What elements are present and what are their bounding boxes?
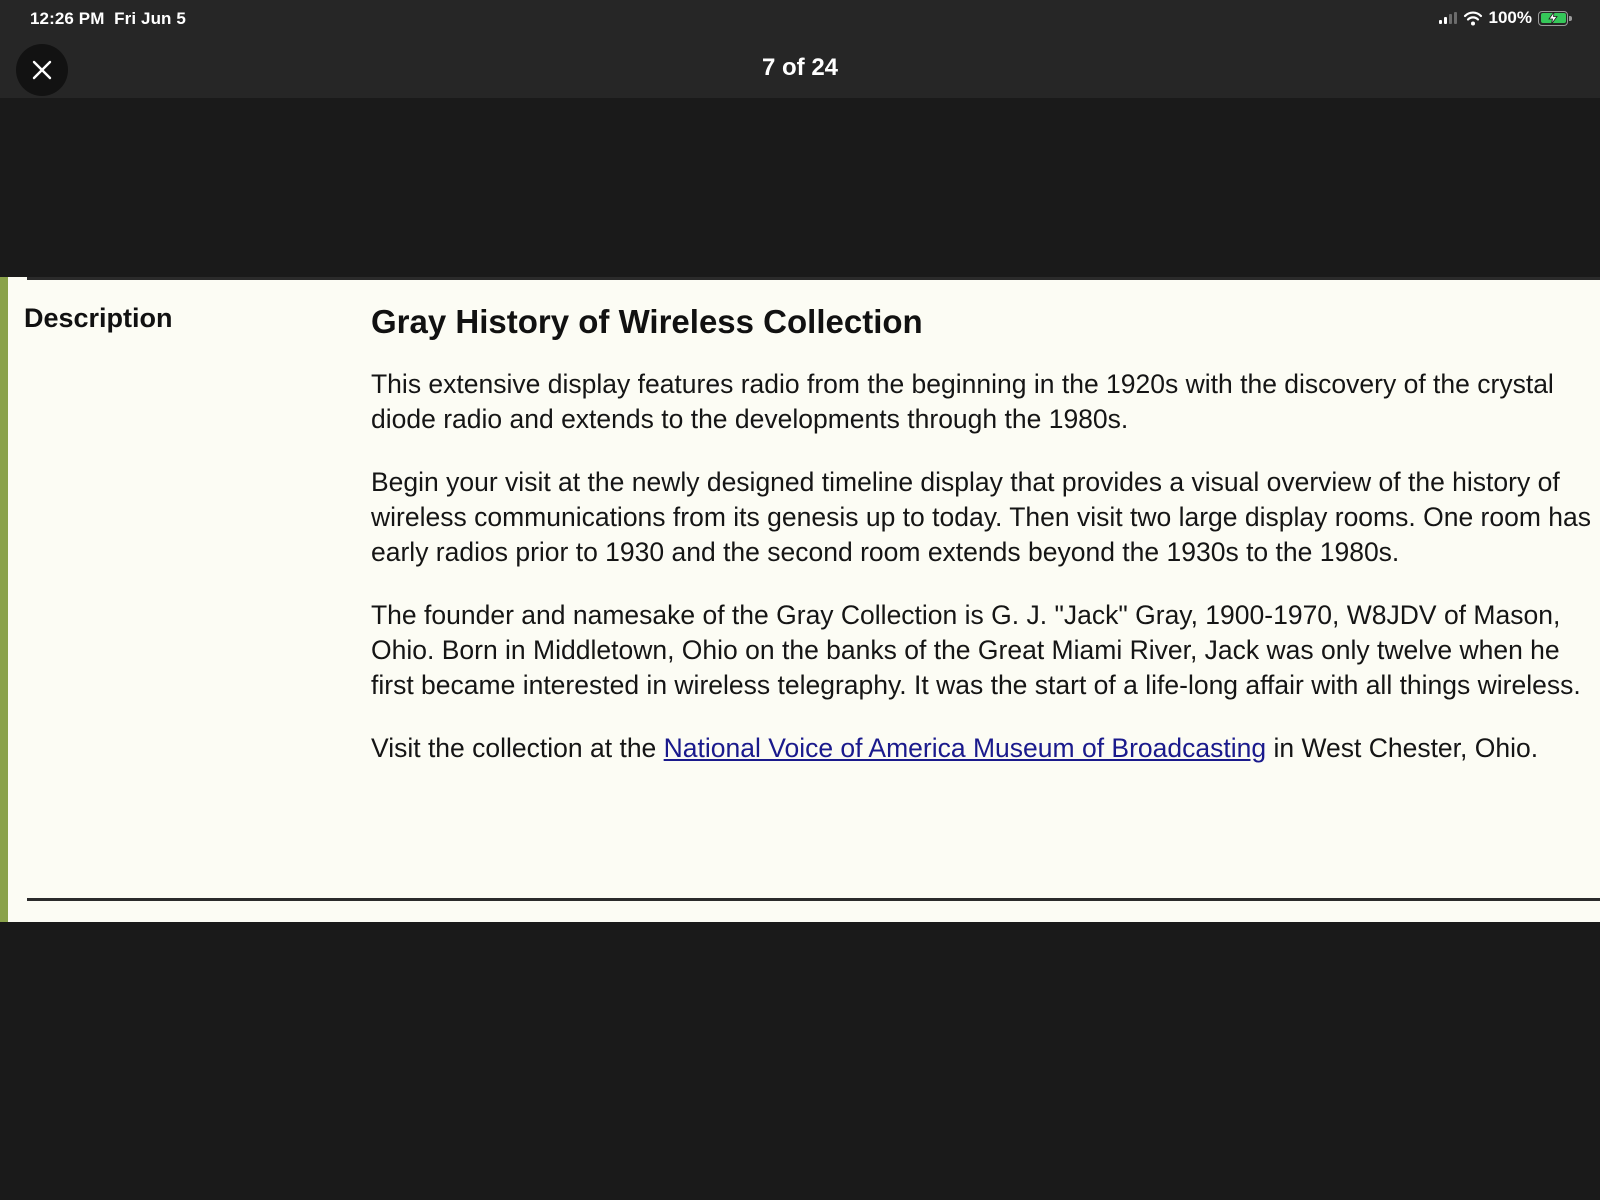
divider-bottom: [27, 898, 1600, 901]
battery-percent: 100%: [1488, 8, 1532, 27]
paragraph-intro: This extensive display features radio fr…: [371, 369, 1554, 434]
paragraph-visit-timeline: Begin your visit at the newly designed t…: [371, 467, 1592, 567]
visit-text-before: Visit the collection at the: [371, 733, 664, 763]
status-time: 12:26 PM Fri Jun 5: [30, 9, 186, 29]
status-date-text: Fri Jun 5: [114, 9, 186, 28]
viewer-toolbar: 7 of 24: [0, 40, 1600, 98]
description-content: Gray History of Wireless Collection This…: [371, 303, 1591, 794]
status-bar: 12:26 PM Fri Jun 5 100%: [0, 0, 1600, 40]
paragraph-founder: The founder and namesake of the Gray Col…: [371, 600, 1581, 700]
collection-title: Gray History of Wireless Collection: [371, 303, 923, 340]
paragraph-visit-location: Visit the collection at the National Voi…: [371, 731, 1591, 766]
divider-top: [27, 277, 1600, 280]
page-counter: 7 of 24: [761, 54, 839, 81]
wifi-icon: [1463, 11, 1482, 25]
battery-charging-icon: [1538, 10, 1572, 26]
status-time-text: 12:26 PM: [30, 9, 105, 28]
museum-link[interactable]: National Voice of America Museum of Broa…: [664, 733, 1266, 763]
visit-text-after: in West Chester, Ohio.: [1266, 733, 1539, 763]
status-indicators: 100%: [1438, 8, 1572, 28]
document-panel: Description Gray History of Wireless Col…: [0, 277, 1600, 922]
cellular-signal-icon: [1438, 12, 1457, 24]
section-label: Description: [24, 303, 173, 333]
